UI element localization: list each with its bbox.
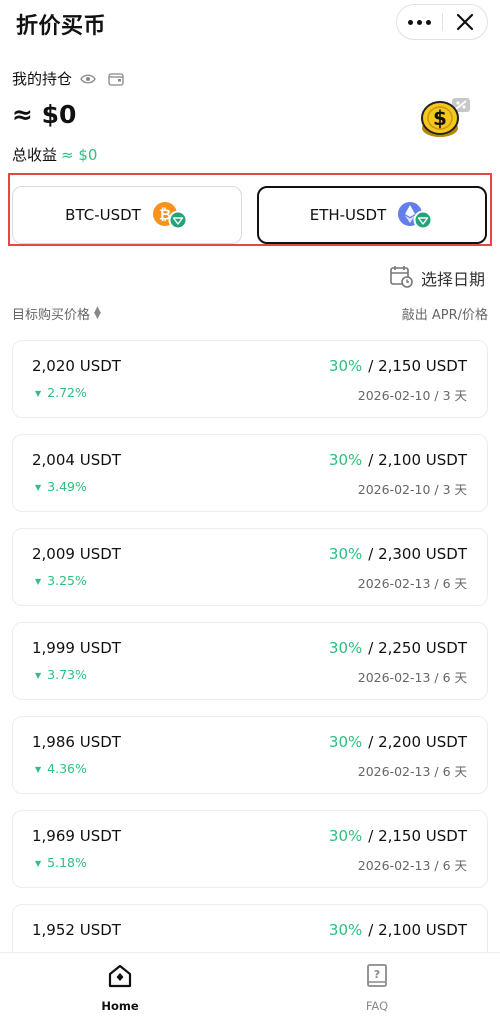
wallet-icon[interactable] bbox=[108, 72, 124, 86]
target-price: 2,004 USDT bbox=[32, 451, 121, 469]
mini-program-capsule bbox=[396, 4, 488, 40]
question-book-icon: ? bbox=[365, 963, 389, 993]
pair-label: BTC-USDT bbox=[65, 206, 141, 224]
price-change: 3.25% bbox=[35, 573, 87, 588]
knockout-info: 30% / 2,100 USDT bbox=[329, 451, 467, 469]
knockout-price: / 2,200 USDT bbox=[368, 733, 467, 751]
offer-card[interactable]: 2,020 USDT 2.72% 30% / 2,150 USDT 2026-02… bbox=[12, 340, 488, 418]
price-change: 5.18% bbox=[35, 855, 87, 870]
tab-home[interactable]: Home bbox=[75, 963, 165, 1013]
apr-value: 30% bbox=[328, 827, 363, 845]
target-price: 2,009 USDT bbox=[32, 545, 121, 563]
knockout-info: 30% / 2,150 USDT bbox=[329, 357, 467, 375]
offer-card[interactable]: 1,999 USDT 3.73% 30% / 2,250 USDT 2026-02… bbox=[12, 622, 488, 700]
offer-card[interactable]: 1,969 USDT 5.18% 30% / 2,150 USDT 2026-02… bbox=[12, 810, 488, 888]
date-picker-label: 选择日期 bbox=[421, 270, 486, 289]
page-title: 折价买币 bbox=[16, 14, 107, 39]
knockout-info: 30% / 2,300 USDT bbox=[329, 545, 467, 563]
price-change: 3.49% bbox=[35, 479, 87, 494]
pair-button-btc-usdt[interactable]: BTC-USDT ₿ bbox=[12, 186, 242, 244]
home-icon bbox=[107, 963, 133, 993]
tab-home-label: Home bbox=[101, 999, 139, 1013]
apr-value: 30% bbox=[328, 921, 363, 939]
knockout-price: / 2,100 USDT bbox=[368, 921, 467, 939]
list-header-left: 目标购买价格 bbox=[12, 308, 91, 323]
settlement-date-term: 2026-02-10 / 3 天 bbox=[357, 388, 467, 403]
apr-value: 30% bbox=[328, 545, 363, 563]
ethereum-icon bbox=[396, 200, 434, 230]
knockout-info: 30% / 2,250 USDT bbox=[329, 639, 467, 657]
settlement-date-term: 2026-02-10 / 3 天 bbox=[357, 482, 467, 497]
calendar-icon bbox=[389, 264, 413, 292]
offer-card[interactable]: 2,009 USDT 3.25% 30% / 2,300 USDT 2026-02… bbox=[12, 528, 488, 606]
sort-icon: ▲ ▼ bbox=[94, 305, 101, 321]
price-change: 2.72% bbox=[35, 385, 87, 400]
offer-list: 2,020 USDT 2.72% 30% / 2,150 USDT 2026-02… bbox=[12, 340, 488, 952]
settlement-date-term: 2026-02-13 / 6 天 bbox=[357, 858, 467, 873]
knockout-info: 30% / 2,200 USDT bbox=[329, 733, 467, 751]
target-price: 2,020 USDT bbox=[32, 357, 121, 375]
target-price: 1,952 USDT bbox=[32, 921, 121, 939]
offer-card[interactable]: 2,004 USDT 3.49% 30% / 2,100 USDT 2026-02… bbox=[12, 434, 488, 512]
apr-value: 30% bbox=[328, 357, 363, 375]
profit-label: 总收益 bbox=[12, 146, 58, 164]
total-amount: ≈ $0 bbox=[12, 100, 77, 129]
bitcoin-icon: ₿ bbox=[151, 200, 189, 230]
bottom-tab-bar: Home ? FAQ bbox=[0, 952, 500, 1020]
apr-value: 30% bbox=[328, 733, 363, 751]
knockout-price: / 2,150 USDT bbox=[368, 357, 467, 375]
apr-value: 30% bbox=[328, 639, 363, 657]
target-price: 1,999 USDT bbox=[32, 639, 121, 657]
tab-faq-label: FAQ bbox=[365, 999, 389, 1013]
svg-text:?: ? bbox=[374, 968, 380, 981]
offer-card[interactable]: 1,986 USDT 4.36% 30% / 2,200 USDT 2026-02… bbox=[12, 716, 488, 794]
target-price: 1,969 USDT bbox=[32, 827, 121, 845]
knockout-info: 30% / 2,100 USDT bbox=[329, 921, 467, 939]
date-picker[interactable]: 选择日期 bbox=[389, 264, 485, 292]
knockout-price: / 2,100 USDT bbox=[368, 451, 467, 469]
price-change: 4.36% bbox=[35, 761, 87, 776]
knockout-price: / 2,300 USDT bbox=[368, 545, 467, 563]
list-header-right: 敲出 APR/价格 bbox=[401, 308, 488, 323]
svg-text:$: $ bbox=[433, 106, 447, 130]
settlement-date-term: 2026-02-13 / 6 天 bbox=[357, 764, 467, 779]
apr-value: 30% bbox=[328, 451, 363, 469]
knockout-price: / 2,150 USDT bbox=[368, 827, 467, 845]
profit-value: ≈ $0 bbox=[61, 146, 98, 164]
dollar-coin-icon: $ bbox=[418, 96, 474, 144]
price-change: 3.73% bbox=[35, 667, 87, 682]
target-price: 1,986 USDT bbox=[32, 733, 121, 751]
pair-button-eth-usdt[interactable]: ETH-USDT bbox=[257, 186, 487, 244]
tab-faq[interactable]: ? FAQ bbox=[332, 963, 422, 1013]
header: 折价买币 bbox=[0, 0, 500, 50]
offer-card[interactable]: 1,952 USDT 30% / 2,100 USDT bbox=[12, 904, 488, 952]
holdings-row: 我的持仓 bbox=[12, 68, 124, 89]
holdings-label: 我的持仓 bbox=[12, 70, 73, 88]
eye-icon[interactable] bbox=[80, 73, 96, 85]
knockout-price: / 2,250 USDT bbox=[368, 639, 467, 657]
pair-label: ETH-USDT bbox=[309, 206, 387, 224]
list-header: 目标购买价格 ▲ ▼ 敲出 APR/价格 bbox=[12, 304, 488, 324]
more-options-icon[interactable] bbox=[397, 4, 442, 40]
settlement-date-term: 2026-02-13 / 6 天 bbox=[357, 576, 467, 591]
knockout-info: 30% / 2,150 USDT bbox=[329, 827, 467, 845]
close-icon[interactable] bbox=[443, 4, 487, 40]
settlement-date-term: 2026-02-13 / 6 天 bbox=[357, 670, 467, 685]
sort-target-price[interactable]: 目标购买价格 ▲ ▼ bbox=[12, 304, 101, 324]
total-profit: 总收益 ≈ $0 bbox=[12, 144, 97, 165]
